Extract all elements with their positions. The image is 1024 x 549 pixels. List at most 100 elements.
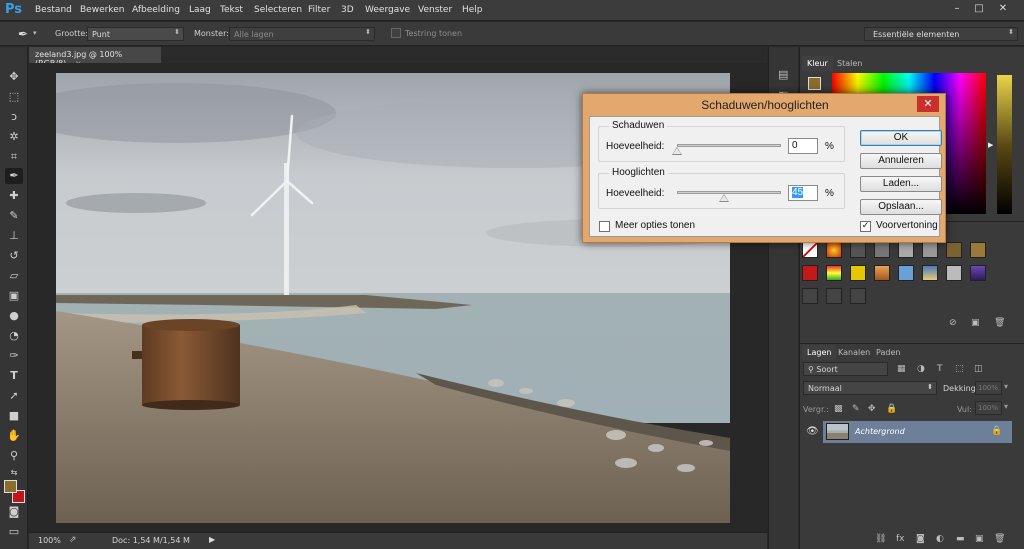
menu-weergave[interactable]: Weergave <box>365 5 410 15</box>
lasso-tool-icon[interactable]: ↄ <box>5 109 23 125</box>
more-options-label[interactable]: Meer opties tonen <box>615 220 695 231</box>
quick-select-tool-icon[interactable]: ✲ <box>5 129 23 145</box>
lock-position-icon[interactable]: ✥ <box>868 404 876 414</box>
ok-button[interactable]: OK <box>860 130 942 146</box>
lock-transparent-icon[interactable]: ▩ <box>834 404 843 414</box>
tab-lagen[interactable]: Lagen <box>802 345 837 360</box>
delete-layer-icon[interactable]: 🗑 <box>994 534 1005 544</box>
style-swatch[interactable] <box>946 265 962 281</box>
filter-smart-object-icon[interactable]: ◫ <box>974 364 983 374</box>
menu-venster[interactable]: Venster <box>418 5 452 15</box>
menu-selecteren[interactable]: Selecteren <box>254 5 302 15</box>
size-dropdown[interactable]: Punt ⬍ <box>87 27 184 41</box>
foreground-color-swatch[interactable] <box>4 480 17 493</box>
style-swatch[interactable] <box>946 242 962 258</box>
dodge-tool-icon[interactable]: ◔ <box>5 328 23 344</box>
menu-tekst[interactable]: Tekst <box>220 5 243 15</box>
new-layer-icon[interactable]: ▣ <box>975 534 984 544</box>
lock-pixels-icon[interactable]: ✎ <box>852 404 860 414</box>
shape-tool-icon[interactable]: ■ <box>5 408 23 424</box>
style-swatch[interactable] <box>970 265 986 281</box>
preview-checkbox[interactable]: ✓ <box>860 221 871 232</box>
move-tool-icon[interactable]: ✥ <box>5 69 23 85</box>
new-group-icon[interactable]: ▬ <box>956 534 965 544</box>
shadows-amount-slider[interactable] <box>677 144 781 147</box>
workspace-dropdown[interactable]: Essentiële elementen ⬍ <box>864 27 1018 41</box>
lock-all-icon[interactable]: 🔒 <box>886 404 897 414</box>
layer-row-background[interactable]: Achtergrond 🔒 <box>823 421 1012 443</box>
style-swatch[interactable] <box>826 265 842 281</box>
eyedropper-icon[interactable]: ✒ <box>18 27 28 41</box>
history-panel-icon[interactable]: ▤ <box>778 68 788 81</box>
screen-mode-icon[interactable]: ▭ <box>5 524 23 540</box>
preview-label[interactable]: Voorvertoning <box>876 220 938 231</box>
more-options-checkbox[interactable] <box>599 221 610 232</box>
delete-style-icon[interactable]: 🗑 <box>994 318 1005 328</box>
opacity-input[interactable]: 100% <box>975 381 1002 395</box>
menu-3d[interactable]: 3D <box>341 5 354 15</box>
path-select-tool-icon[interactable]: ➚ <box>5 388 23 404</box>
gradient-tool-icon[interactable]: ▣ <box>5 288 23 304</box>
color-panel-foreground[interactable] <box>808 77 821 90</box>
clear-style-icon[interactable]: ⊘ <box>949 318 957 328</box>
crop-tool-icon[interactable]: ⌗ <box>5 149 23 165</box>
menu-filter[interactable]: Filter <box>308 5 330 15</box>
quick-mask-icon[interactable]: ◙ <box>5 504 23 520</box>
filter-pixel-icon[interactable]: ▦ <box>897 364 906 374</box>
pen-tool-icon[interactable]: ✑ <box>5 348 23 364</box>
menu-afbeelding[interactable]: Afbeelding <box>132 5 180 15</box>
link-layers-icon[interactable]: ⛓ <box>875 534 886 544</box>
fill-input[interactable]: 100% <box>975 401 1002 415</box>
new-style-icon[interactable]: ▣ <box>971 318 980 328</box>
adjustment-layer-icon[interactable]: ◐ <box>936 534 944 544</box>
filter-adjustment-icon[interactable]: ◑ <box>917 364 925 374</box>
sample-dropdown[interactable]: Alle lagen ⬍ <box>229 27 375 41</box>
menu-laag[interactable]: Laag <box>189 5 211 15</box>
layer-filter-dropdown[interactable]: ⚲ Soort <box>803 362 888 376</box>
layer-style-icon[interactable]: fx <box>896 534 905 544</box>
color-slider[interactable] <box>997 75 1012 214</box>
style-swatch[interactable] <box>898 242 914 258</box>
ring-checkbox[interactable] <box>391 28 401 38</box>
marquee-tool-icon[interactable]: ⬚ <box>5 89 23 105</box>
highlights-slider-thumb[interactable] <box>718 194 729 202</box>
zoom-level[interactable]: 100% <box>38 536 61 545</box>
filter-type-icon[interactable]: T <box>937 364 943 374</box>
add-mask-icon[interactable]: ◙ <box>916 534 925 544</box>
menu-bewerken[interactable]: Bewerken <box>80 5 124 15</box>
minimize-button[interactable]: – <box>950 2 964 16</box>
zoom-tool-icon[interactable]: ⚲ <box>5 448 23 464</box>
style-swatch[interactable] <box>850 265 866 281</box>
status-menu-arrow-icon[interactable]: ▶ <box>209 535 215 544</box>
highlights-amount-input[interactable]: 45 <box>788 185 818 201</box>
tab-paden[interactable]: Paden <box>871 345 905 360</box>
opacity-arrow-icon[interactable]: ▾ <box>1004 382 1008 391</box>
style-swatch-none[interactable] <box>802 242 818 258</box>
eraser-tool-icon[interactable]: ▱ <box>5 268 23 284</box>
style-swatch[interactable] <box>826 242 842 258</box>
style-swatch[interactable] <box>898 265 914 281</box>
style-swatch[interactable] <box>826 288 842 304</box>
cancel-button[interactable]: Annuleren <box>860 153 942 169</box>
style-swatch[interactable] <box>970 242 986 258</box>
blur-tool-icon[interactable]: ● <box>5 308 23 324</box>
menu-bestand[interactable]: Bestand <box>35 5 72 15</box>
style-swatch[interactable] <box>802 288 818 304</box>
close-window-button[interactable]: ✕ <box>996 2 1010 16</box>
hand-tool-icon[interactable]: ✋ <box>5 428 23 444</box>
document-tab[interactable]: zeeland3.jpg @ 100% (RGB/8) × <box>29 47 161 68</box>
dialog-close-button[interactable]: ✕ <box>917 96 939 112</box>
maximize-button[interactable]: □ <box>972 2 986 16</box>
shadows-slider-thumb[interactable] <box>672 147 682 155</box>
history-brush-tool-icon[interactable]: ↺ <box>5 248 23 264</box>
style-swatch[interactable] <box>802 265 818 281</box>
type-tool-icon[interactable]: T <box>5 368 23 384</box>
save-button[interactable]: Opslaan... <box>860 199 942 215</box>
menu-help[interactable]: Help <box>462 5 483 15</box>
slider-handle-icon[interactable]: ▶ <box>988 141 993 149</box>
highlights-amount-slider[interactable] <box>677 191 781 194</box>
style-swatch[interactable] <box>922 242 938 258</box>
visibility-eye-icon[interactable]: 👁 <box>806 426 819 437</box>
fill-arrow-icon[interactable]: ▾ <box>1004 402 1008 411</box>
style-swatch[interactable] <box>874 265 890 281</box>
